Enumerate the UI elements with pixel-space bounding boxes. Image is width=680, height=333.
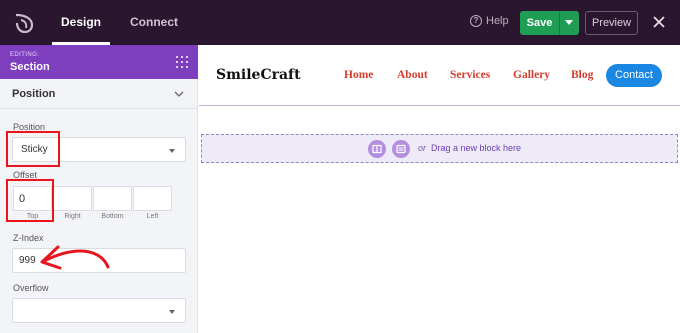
offset-left-input[interactable] xyxy=(133,186,172,211)
top-bar: Design Connect ? Help Save Preview xyxy=(0,0,680,45)
tab-connect[interactable]: Connect xyxy=(126,0,182,45)
editing-caption: EDITING: xyxy=(10,52,40,58)
settings-panel: EDITING: Section Position Position Stick… xyxy=(0,45,198,333)
nav-link-blog[interactable]: Blog xyxy=(571,69,593,81)
caret-down-icon[interactable] xyxy=(560,11,579,35)
tab-design[interactable]: Design xyxy=(50,0,112,45)
block-icon[interactable] xyxy=(392,140,410,158)
annotation-arrow-icon xyxy=(40,245,110,270)
offset-left-label: Left xyxy=(146,213,159,220)
nav-link-about[interactable]: About xyxy=(397,69,428,81)
nav-link-home[interactable]: Home xyxy=(344,69,373,81)
grip-icon[interactable] xyxy=(176,56,189,69)
dropzone-text: Drag a new block here xyxy=(431,143,522,153)
caret-down-icon xyxy=(169,310,175,314)
seedprod-logo-icon[interactable] xyxy=(12,11,36,35)
offset-bottom-input[interactable] xyxy=(93,186,132,211)
close-icon[interactable] xyxy=(650,13,668,31)
save-button[interactable]: Save xyxy=(520,11,559,35)
preview-button[interactable]: Preview xyxy=(585,11,638,35)
offset-right-label: Right xyxy=(64,213,81,220)
caret-down-icon xyxy=(169,149,175,153)
overflow-label: Overflow xyxy=(13,283,49,293)
site-header-section[interactable]: SmileCraft Home About Services Gallery B… xyxy=(199,45,680,106)
position-section-toggle[interactable]: Position xyxy=(0,79,198,109)
save-button-group: Save xyxy=(520,11,579,35)
chevron-down-icon xyxy=(174,91,184,97)
help-label: Help xyxy=(486,15,509,27)
help-button[interactable]: ? Help xyxy=(470,15,509,27)
page-canvas: SmileCraft Home About Services Gallery B… xyxy=(199,45,680,333)
highlight-position-box xyxy=(6,131,60,167)
dropzone-or-text: or xyxy=(418,143,427,153)
nav-link-services[interactable]: Services xyxy=(450,69,490,81)
section-title: Position xyxy=(12,88,56,100)
highlight-offset-box xyxy=(6,179,54,222)
nav-link-gallery[interactable]: Gallery xyxy=(513,69,550,81)
columns-icon[interactable] xyxy=(368,140,386,158)
overflow-select[interactable] xyxy=(12,298,186,323)
offset-bottom-label: Bottom xyxy=(101,213,124,220)
site-brand[interactable]: SmileCraft xyxy=(216,67,301,83)
editing-header: EDITING: Section xyxy=(0,45,198,79)
block-drop-zone[interactable]: or Drag a new block here xyxy=(201,134,678,163)
help-icon: ? xyxy=(470,15,482,27)
editing-title: Section xyxy=(10,61,50,73)
offset-right-input[interactable] xyxy=(53,186,92,211)
contact-button[interactable]: Contact xyxy=(606,64,662,87)
